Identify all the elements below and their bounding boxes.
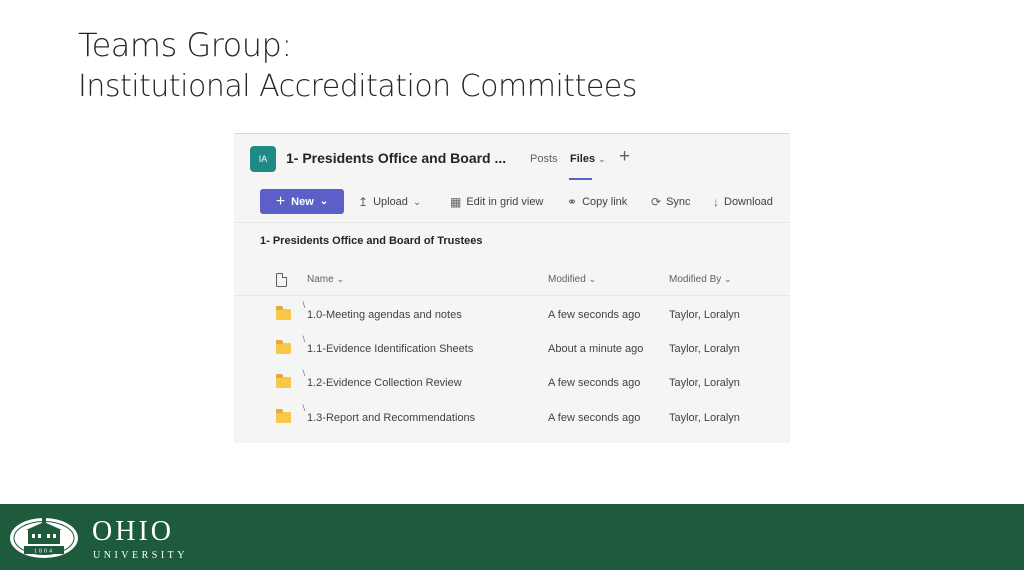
column-header-name[interactable]: Name ⌄	[307, 274, 344, 285]
new-item-icon: ∖	[301, 404, 307, 413]
copy-link-label: Copy link	[582, 196, 628, 208]
teams-screenshot: IA 1- Presidents Office and Board ... Po…	[234, 133, 790, 443]
upload-icon: ↥	[358, 195, 369, 209]
edit-grid-view-label: Edit in grid view	[466, 196, 544, 208]
upload-label: Upload	[373, 196, 408, 208]
copy-link-button[interactable]: ⚭ Copy link	[567, 195, 627, 209]
row-modified-by: Taylor, Loralyn	[669, 377, 740, 389]
seal-year: 1804	[34, 549, 54, 555]
table-row[interactable]: ∖ 1.0-Meeting agendas and notes A few se…	[234, 297, 790, 331]
plus-icon[interactable]: +	[619, 146, 630, 168]
plus-icon: +	[275, 192, 286, 210]
table-row[interactable]: ∖ 1.3-Report and Recommendations A few s…	[234, 400, 790, 434]
team-avatar[interactable]: IA	[250, 146, 276, 172]
new-button-label: New	[291, 195, 314, 208]
chevron-down-icon: ⌄	[598, 154, 606, 164]
row-modified: A few seconds ago	[548, 412, 641, 424]
footer-bottom-strip	[0, 570, 1024, 576]
university-subtitle: UNIVERSITY	[93, 550, 188, 561]
column-header-modified-by[interactable]: Modified By ⌄	[669, 274, 732, 285]
edit-grid-view-button[interactable]: ▦ Edit in grid view	[450, 195, 543, 209]
new-item-icon: ∖	[301, 335, 307, 344]
toolbar-divider	[234, 222, 790, 223]
row-modified: About a minute ago	[548, 343, 644, 355]
chevron-down-icon: ⌄	[412, 196, 422, 208]
row-modified-by: Taylor, Loralyn	[669, 343, 740, 355]
chevron-down-icon: ⌄	[319, 196, 329, 207]
slide-title-line1: Teams Group:	[78, 26, 292, 64]
tab-files[interactable]: Files ⌄	[570, 153, 606, 165]
column-header-name-label: Name	[307, 274, 334, 285]
column-header-modified-label: Modified	[548, 274, 586, 285]
upload-button[interactable]: ↥ Upload ⌄	[358, 195, 421, 209]
university-seal-logo: 1804	[10, 518, 78, 558]
sync-button[interactable]: ⟳ Sync	[651, 195, 691, 209]
chevron-down-icon: ⌄	[588, 274, 597, 284]
row-name[interactable]: 1.2-Evidence Collection Review	[307, 377, 462, 389]
folder-icon	[276, 374, 291, 388]
chevron-down-icon: ⌄	[724, 274, 732, 284]
footer-bar: 1804 OHIO UNIVERSITY	[0, 504, 1024, 570]
download-icon: ↓	[713, 195, 719, 209]
sync-label: Sync	[666, 196, 691, 208]
chevron-down-icon: ⌄	[336, 274, 345, 284]
team-name[interactable]: 1- Presidents Office and Board ...	[286, 150, 506, 166]
folder-icon	[276, 306, 291, 320]
new-item-icon: ∖	[301, 301, 307, 310]
table-row[interactable]: ∖ 1.2-Evidence Collection Review A few s…	[234, 365, 790, 399]
row-modified: A few seconds ago	[548, 309, 641, 321]
slide-title: Teams Group: Institutional Accreditation…	[78, 24, 637, 108]
folder-icon	[276, 409, 291, 423]
row-modified-by: Taylor, Loralyn	[669, 412, 740, 424]
header-divider	[234, 295, 790, 296]
files-toolbar: + New ⌄ ↥ Upload ⌄ ▦ Edit in grid view ⚭…	[234, 186, 790, 216]
tab-posts[interactable]: Posts	[530, 153, 558, 165]
row-name[interactable]: 1.1-Evidence Identification Sheets	[307, 343, 473, 355]
sync-icon: ⟳	[651, 195, 662, 209]
tab-files-label: Files	[570, 153, 596, 165]
column-header-modified[interactable]: Modified ⌄	[548, 274, 596, 285]
new-button[interactable]: + New ⌄	[260, 189, 344, 214]
link-icon: ⚭	[567, 195, 578, 209]
grid-icon: ▦	[450, 195, 462, 209]
row-name[interactable]: 1.3-Report and Recommendations	[307, 412, 475, 424]
new-item-icon: ∖	[301, 369, 307, 378]
folder-icon	[276, 340, 291, 354]
row-modified: A few seconds ago	[548, 377, 641, 389]
row-modified-by: Taylor, Loralyn	[669, 309, 740, 321]
column-header-modified-by-label: Modified By	[669, 274, 722, 285]
active-tab-indicator	[569, 178, 592, 180]
row-name[interactable]: 1.0-Meeting agendas and notes	[307, 309, 462, 321]
channel-header: IA 1- Presidents Office and Board ... Po…	[234, 134, 790, 180]
file-type-icon	[276, 273, 287, 287]
download-button[interactable]: ↓ Download	[713, 195, 773, 209]
university-name: OHIO	[92, 516, 174, 547]
download-label: Download	[724, 196, 773, 208]
table-row[interactable]: ∖ 1.1-Evidence Identification Sheets Abo…	[234, 331, 790, 365]
breadcrumb[interactable]: 1- Presidents Office and Board of Truste…	[260, 235, 483, 247]
slide-title-line2: Institutional Accreditation Committees	[78, 69, 637, 104]
